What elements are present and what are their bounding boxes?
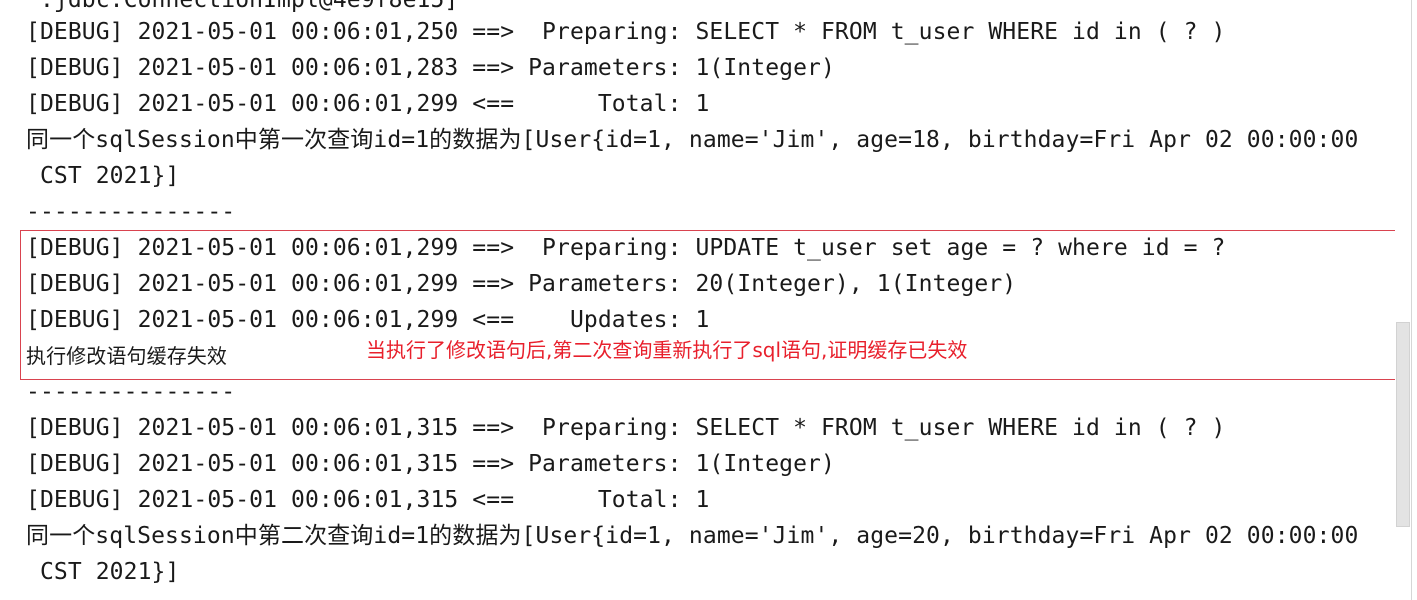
separator-line: --------------- <box>26 199 236 225</box>
log-line: [DEBUG] 2021-05-01 00:06:01,283 ==> Para… <box>26 55 835 81</box>
log-line: CST 2021}] <box>26 559 180 585</box>
log-line: [DEBUG] 2021-05-01 00:06:01,315 ==> Para… <box>26 451 835 477</box>
log-line: [DEBUG] 2021-05-01 00:06:01,299 <== Tota… <box>26 91 710 117</box>
panel-border <box>1411 0 1412 600</box>
log-line: [DEBUG] 2021-05-01 00:06:01,250 ==> Prep… <box>26 19 1226 45</box>
log-line: [DEBUG] 2021-05-01 00:06:01,315 <== Tota… <box>26 487 710 513</box>
log-line: 同一个sqlSession中第一次查询id=1的数据为[User{id=1, n… <box>26 127 1359 153</box>
log-line: 同一个sqlSession中第二次查询id=1的数据为[User{id=1, n… <box>26 523 1359 549</box>
annotation-text: 当执行了修改语句后,第二次查询重新执行了sql语句,证明缓存已失效 <box>366 338 968 362</box>
scrollbar-thumb[interactable] <box>1396 322 1410 527</box>
log-line: [DEBUG] 2021-05-01 00:06:01,315 ==> Prep… <box>26 415 1226 441</box>
log-line: CST 2021}] <box>26 163 180 189</box>
